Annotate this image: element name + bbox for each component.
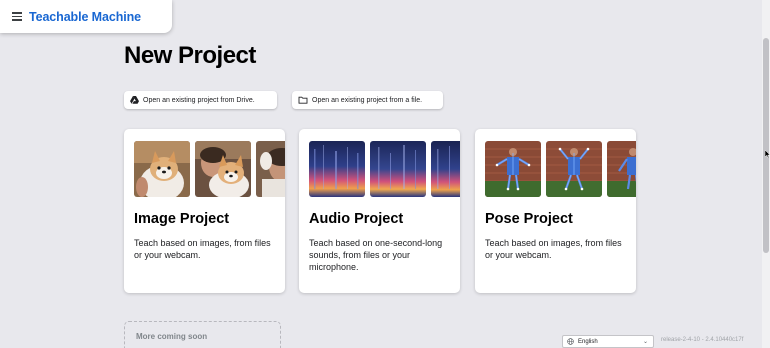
open-from-drive-button[interactable]: Open an existing project from Drive. [124, 91, 277, 109]
sample-image-thumbnail [256, 141, 285, 197]
page-title: New Project [124, 42, 256, 69]
more-coming-soon-label: More coming soon [136, 332, 208, 341]
audio-project-description: Teach based on one-second-long sounds, f… [309, 238, 443, 272]
version-label: release-2-4-10 - 2.4.10440c17f [661, 337, 744, 343]
app-title[interactable]: Teachable Machine [29, 10, 141, 24]
image-project-description: Teach based on images, from files or you… [134, 238, 271, 260]
open-from-drive-label: Open an existing project from Drive. [143, 96, 255, 104]
language-select-value: English [578, 338, 598, 345]
image-project-title: Image Project [134, 211, 230, 227]
folder-icon [298, 96, 308, 104]
pose-project-description: Teach based on images, from files or you… [485, 238, 622, 260]
chevron-down-icon: ⌄ [642, 339, 648, 345]
pose-thumbnail [607, 141, 636, 197]
sample-image-thumbnail [195, 141, 251, 197]
pose-thumbnail [485, 141, 541, 197]
sample-image-thumbnail [134, 141, 190, 197]
language-select[interactable]: English ⌄ [562, 335, 654, 348]
google-drive-icon [130, 96, 139, 104]
pose-project-thumbnails [485, 141, 636, 197]
mouse-cursor-icon [765, 150, 770, 158]
pose-project-title: Pose Project [485, 211, 573, 227]
open-from-file-button[interactable]: Open an existing project from a file. [292, 91, 443, 109]
page-scrollbar[interactable] [762, 0, 770, 348]
app-bar: Teachable Machine [0, 0, 172, 33]
spectrogram-thumbnail [309, 141, 365, 197]
open-from-file-label: Open an existing project from a file. [312, 96, 423, 104]
audio-project-card[interactable]: Audio Project Teach based on one-second-… [299, 129, 460, 293]
image-project-thumbnails [134, 141, 285, 197]
spectrogram-thumbnail [431, 141, 460, 197]
audio-project-thumbnails [309, 141, 460, 197]
spectrogram-thumbnail [370, 141, 426, 197]
pose-project-card[interactable]: Pose Project Teach based on images, from… [475, 129, 636, 293]
globe-icon [567, 338, 574, 345]
image-project-card[interactable]: Image Project Teach based on images, fro… [124, 129, 285, 293]
hamburger-menu-icon[interactable] [6, 6, 28, 28]
audio-project-title: Audio Project [309, 211, 404, 227]
more-coming-soon-card: More coming soon [124, 321, 281, 348]
pose-thumbnail [546, 141, 602, 197]
scrollbar-thumb[interactable] [763, 38, 769, 253]
